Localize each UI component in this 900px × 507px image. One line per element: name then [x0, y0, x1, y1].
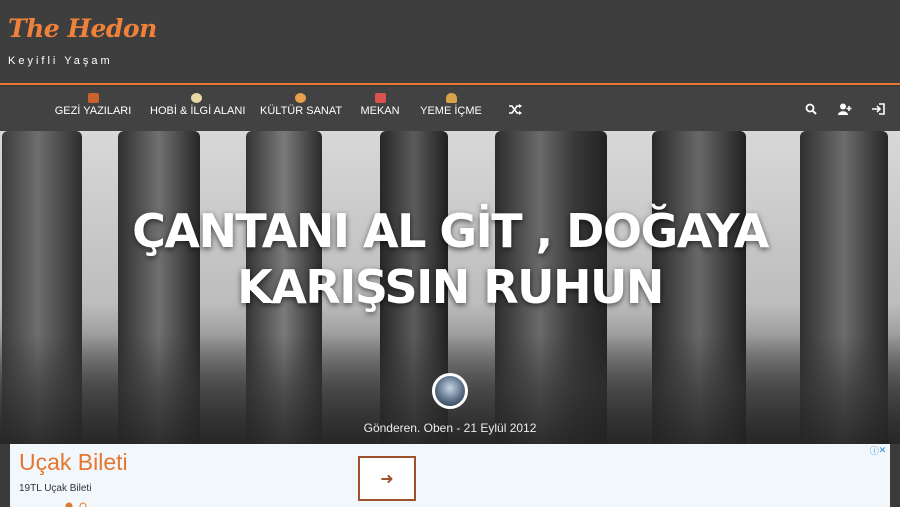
register-button[interactable] [833, 87, 857, 131]
arrow-right-icon: ➜ [380, 470, 394, 488]
calendar-icon [374, 93, 386, 103]
nav-item-hobi[interactable]: HOBİ & İLGİ ALANI [150, 87, 246, 131]
nav-item-kultur-sanat[interactable]: KÜLTÜR SANAT [260, 87, 343, 131]
burger-icon [445, 93, 457, 103]
nav-item-yeme-icme[interactable]: YEME İÇME [420, 87, 482, 131]
ad-pager-dots[interactable] [65, 502, 95, 507]
main-nav: GEZİ YAZILARI HOBİ & İLGİ ALANI KÜLTÜR S… [0, 87, 900, 131]
close-icon: ✕ [878, 444, 887, 455]
site-tagline: Keyifli Yaşam [8, 55, 113, 67]
search-button[interactable] [799, 87, 823, 131]
nav-item-label: HOBİ & İLGİ ALANI [150, 105, 246, 117]
nav-item-label: MEKAN [360, 105, 400, 117]
ad-banner[interactable]: Uçak Bileti 19TL Uçak Bileti ➜ ⓘ ✕ [10, 444, 890, 507]
nav-item-label: GEZİ YAZILARI [54, 105, 132, 117]
nav-item-gezi-yazilari[interactable]: GEZİ YAZILARI [54, 87, 132, 131]
info-icon: ⓘ [869, 445, 879, 456]
nav-item-mekan[interactable]: MEKAN [358, 87, 402, 131]
shuffle-button[interactable] [503, 87, 527, 131]
shuffle-icon [508, 103, 522, 115]
nav-item-label: YEME İÇME [420, 105, 482, 117]
post-meta: Gönderen. Oben - 21 Eylül 2012 [363, 421, 537, 435]
site-logo[interactable]: The Hedon [8, 14, 157, 43]
ad-arrow-button[interactable]: ➜ [358, 456, 416, 501]
suitcase-icon [87, 93, 99, 103]
post-title[interactable]: ÇANTANI AL GİT , DOĞAYA KARIŞSIN RUHUN [30, 203, 870, 315]
search-icon [805, 103, 817, 115]
site-header: The Hedon Keyifli Yaşam [0, 0, 900, 85]
masks-icon [294, 93, 306, 103]
user-plus-icon [838, 103, 852, 115]
ad-subtitle: 19TL Uçak Bileti [19, 483, 92, 494]
nav-item-label: KÜLTÜR SANAT [260, 105, 343, 117]
hero-banner: ÇANTANI AL GİT , DOĞAYA KARIŞSIN RUHUN G… [0, 131, 900, 444]
sign-in-icon [871, 103, 885, 115]
palette-icon [190, 93, 202, 103]
ad-choices[interactable]: ⓘ ✕ [866, 444, 890, 456]
login-button[interactable] [866, 87, 890, 131]
ad-title[interactable]: Uçak Bileti [19, 449, 128, 476]
author-avatar[interactable] [432, 373, 468, 409]
